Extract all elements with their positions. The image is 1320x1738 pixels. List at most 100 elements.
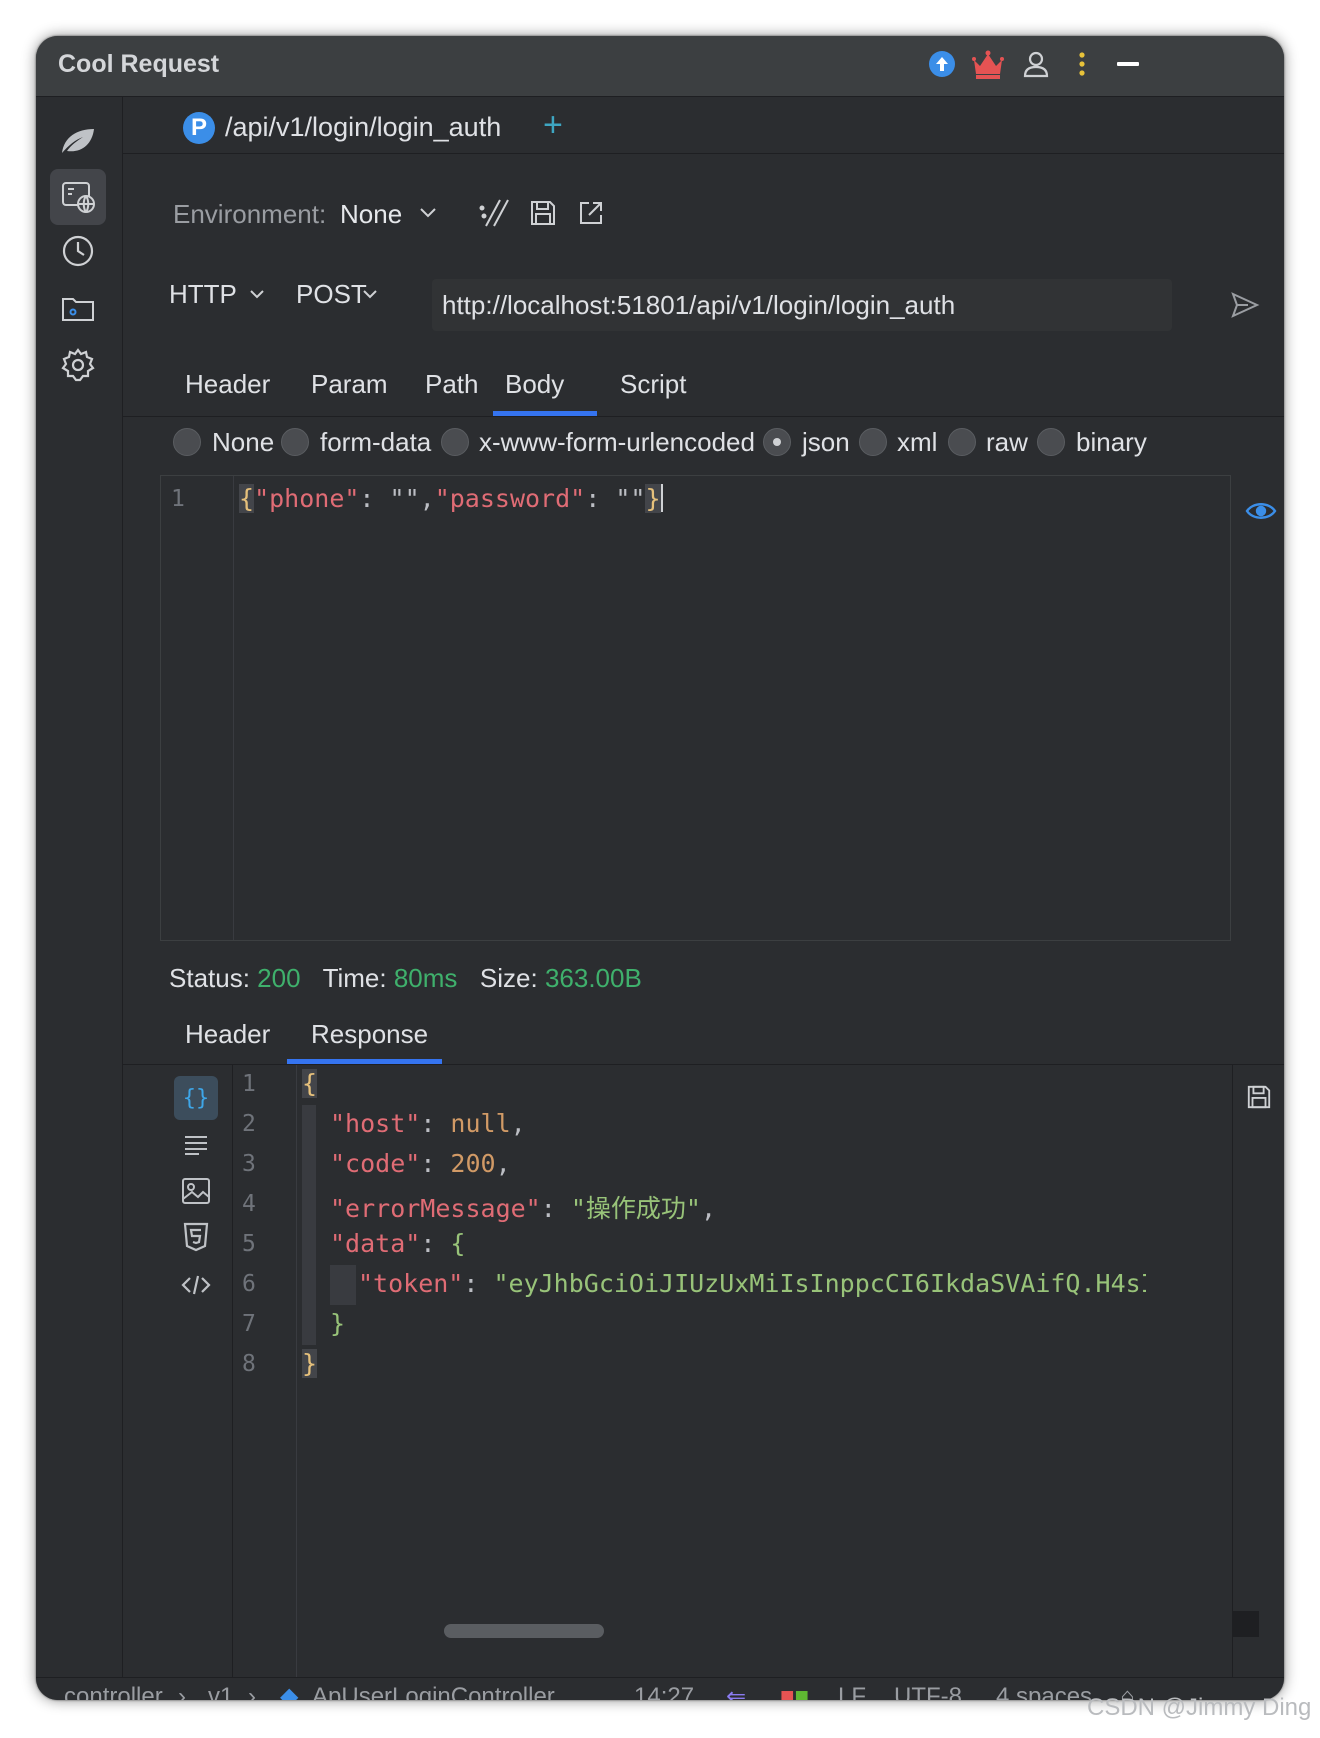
response-status: Status: 200 Time: 80ms Size: 363.00B: [169, 963, 642, 994]
radio-json-label[interactable]: json: [802, 423, 850, 461]
tab-path[interactable]: Path: [425, 362, 479, 406]
line-number: 1: [242, 1071, 256, 1097]
code-line: "errorMessage": "操作成功",: [330, 1194, 716, 1223]
open-external-icon[interactable]: [571, 193, 611, 233]
line-number: 4: [242, 1191, 256, 1217]
json-key: "password": [434, 484, 586, 513]
radio-raw-label[interactable]: raw: [986, 423, 1028, 461]
wand-icon[interactable]: [475, 193, 515, 233]
active-tab-indicator: [287, 1059, 442, 1064]
breadcrumb-controller[interactable]: controller: [64, 1682, 163, 1700]
minimize-icon[interactable]: [1106, 42, 1150, 86]
size-label: Size:: [479, 963, 538, 993]
text-view-icon[interactable]: [174, 1123, 218, 1167]
user-icon[interactable]: [1014, 42, 1058, 86]
spring-leaf-icon[interactable]: [50, 113, 106, 169]
title-bar: Cool Request: [36, 36, 1284, 97]
tab-script[interactable]: Script: [620, 362, 686, 406]
chevron-down-icon[interactable]: [243, 279, 271, 309]
response-tabs: Header Response: [123, 1012, 1284, 1065]
json-value: 200: [450, 1149, 496, 1178]
code-view-icon[interactable]: [174, 1263, 218, 1307]
history-icon[interactable]: [50, 223, 106, 279]
add-tab-button[interactable]: +: [543, 105, 563, 145]
url-input[interactable]: http://localhost:51801/api/v1/login/logi…: [432, 279, 1172, 331]
line-number: 5: [242, 1231, 256, 1257]
protocol-select[interactable]: HTTP: [169, 279, 237, 310]
tab-response-body[interactable]: Response: [311, 1012, 428, 1056]
radio-form-data[interactable]: [281, 428, 309, 456]
chevron-down-icon[interactable]: [356, 279, 384, 309]
cursor-position[interactable]: 14:27: [634, 1682, 694, 1700]
tab-header[interactable]: Header: [185, 362, 270, 406]
json-key: "data": [330, 1229, 421, 1258]
request-body-code[interactable]: {"phone": "","password": ""}: [239, 484, 663, 513]
code-line: }: [330, 1309, 345, 1338]
radio-binary[interactable]: [1037, 428, 1065, 456]
indent-guide: [330, 1265, 356, 1305]
radio-binary-label[interactable]: binary: [1076, 423, 1147, 461]
more-vertical-icon[interactable]: [1060, 42, 1104, 86]
brace-open: {: [302, 1069, 318, 1098]
line-number: 7: [242, 1311, 256, 1337]
tab-body[interactable]: Body: [505, 362, 564, 406]
tab-response-header[interactable]: Header: [185, 1012, 270, 1056]
image-view-icon[interactable]: [174, 1169, 218, 1213]
request-tabs: Header Param Path Body Script: [123, 362, 1284, 417]
json-key: "host": [330, 1109, 421, 1138]
html-view-icon[interactable]: [174, 1215, 218, 1259]
brace-close: }: [302, 1349, 318, 1378]
request-body-editor[interactable]: 1 {"phone": "","password": ""}: [160, 475, 1231, 941]
radio-json[interactable]: [763, 428, 791, 456]
response-body-code[interactable]: { "host": null, "code": 200, "errorMessa…: [296, 1065, 1146, 1677]
time-label: Time:: [322, 963, 387, 993]
upload-circle-icon[interactable]: [920, 42, 964, 86]
json-key: "errorMessage": [330, 1194, 541, 1223]
api-request-icon[interactable]: [50, 169, 106, 225]
scroll-corner: [1233, 1611, 1259, 1637]
save-icon[interactable]: [523, 193, 563, 233]
tab-param[interactable]: Param: [311, 362, 388, 406]
app-title: Cool Request: [58, 50, 220, 78]
chevron-down-icon[interactable]: [413, 198, 443, 228]
chevron-right-icon: ›: [248, 1683, 256, 1700]
line-separator[interactable]: LF: [838, 1682, 866, 1700]
code-line: }: [302, 1349, 318, 1378]
code-line: {: [302, 1069, 318, 1098]
chevron-right-icon: ›: [178, 1683, 186, 1700]
crown-icon[interactable]: [966, 42, 1010, 86]
radio-none[interactable]: [173, 428, 201, 456]
json-view-icon[interactable]: {}: [174, 1076, 218, 1120]
main-panel: P /api/v1/login/login_auth + Environment…: [123, 97, 1284, 1677]
response-gutter: 1 2 3 4 5 6 7 8: [232, 1065, 297, 1677]
environment-label: Environment:: [173, 199, 327, 229]
radio-form-data-label[interactable]: form-data: [320, 423, 431, 461]
radio-urlencoded-label[interactable]: x-www-form-urlencoded: [479, 423, 755, 461]
environment-select[interactable]: None: [340, 199, 402, 230]
save-icon[interactable]: [1241, 1079, 1277, 1115]
request-tab-label[interactable]: /api/v1/login/login_auth: [225, 109, 501, 145]
radio-xml[interactable]: [859, 428, 887, 456]
size-value: 363.00B: [544, 963, 642, 993]
file-encoding[interactable]: UTF-8: [894, 1682, 962, 1700]
settings-icon[interactable]: [50, 337, 106, 393]
eye-icon[interactable]: [1239, 493, 1283, 529]
brace-open: {: [239, 484, 255, 513]
json-separator: :: [359, 484, 390, 513]
line-number: 6: [242, 1271, 256, 1297]
plugin-icon: ⇐: [726, 1683, 747, 1700]
brace-close: }: [330, 1309, 346, 1338]
send-icon[interactable]: [1223, 283, 1267, 327]
radio-raw[interactable]: [948, 428, 976, 456]
radio-xml-label[interactable]: xml: [897, 423, 937, 461]
indent-setting[interactable]: 4 spaces: [996, 1682, 1092, 1700]
horizontal-scrollbar[interactable]: [444, 1624, 604, 1638]
folder-icon[interactable]: [50, 281, 106, 337]
breadcrumb-class[interactable]: ApUserLoginController: [312, 1682, 555, 1700]
radio-urlencoded[interactable]: [441, 428, 469, 456]
indent-guide: [302, 1105, 316, 1345]
radio-none-label[interactable]: None: [212, 423, 274, 461]
time-value: 80ms: [393, 963, 458, 993]
watermark: CSDN @Jimmy Ding: [1087, 1694, 1312, 1721]
breadcrumb-v1[interactable]: v1: [208, 1682, 233, 1700]
